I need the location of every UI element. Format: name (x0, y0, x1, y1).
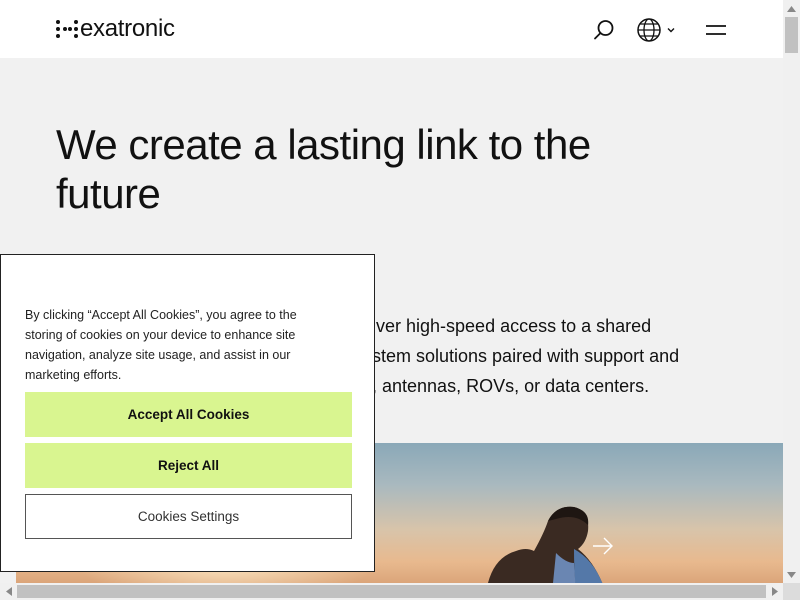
hamburger-menu-icon (706, 25, 726, 35)
scroll-up-arrow-icon[interactable] (783, 0, 800, 17)
accept-all-cookies-button[interactable]: Accept All Cookies (25, 392, 352, 437)
arrow-right-icon (593, 537, 613, 555)
search-icon (594, 20, 614, 40)
horizontal-scrollbar[interactable] (0, 583, 783, 600)
search-button[interactable] (588, 14, 620, 46)
scroll-right-arrow-icon[interactable] (766, 583, 783, 600)
horizontal-scroll-thumb[interactable] (17, 585, 766, 598)
logo-text: exatronic (80, 15, 175, 42)
scrollbar-corner (783, 583, 800, 600)
logo-link[interactable]: exatronic (56, 16, 175, 42)
chevron-down-icon (667, 28, 675, 33)
vertical-scroll-thumb[interactable] (785, 17, 798, 53)
hexatronic-logo-mark (56, 18, 78, 40)
hero-title: We create a lasting link to the future (56, 121, 591, 217)
reject-all-button[interactable]: Reject All (25, 443, 352, 488)
globe-icon (637, 18, 661, 42)
scroll-left-arrow-icon[interactable] (0, 583, 17, 600)
scroll-down-arrow-icon[interactable] (783, 566, 800, 583)
cookies-settings-button[interactable]: Cookies Settings (25, 494, 352, 539)
cookie-consent-dialog: By clicking “Accept All Cookies”, you ag… (0, 254, 375, 572)
cookie-consent-text: By clicking “Accept All Cookies”, you ag… (25, 308, 297, 382)
page-viewport: exatronic We create a lasting link to th… (0, 0, 783, 583)
site-header: exatronic (0, 0, 783, 58)
vertical-scrollbar[interactable] (783, 0, 800, 583)
carousel-next-button[interactable] (588, 531, 618, 561)
menu-button[interactable] (700, 14, 732, 46)
language-selector[interactable] (632, 14, 680, 46)
